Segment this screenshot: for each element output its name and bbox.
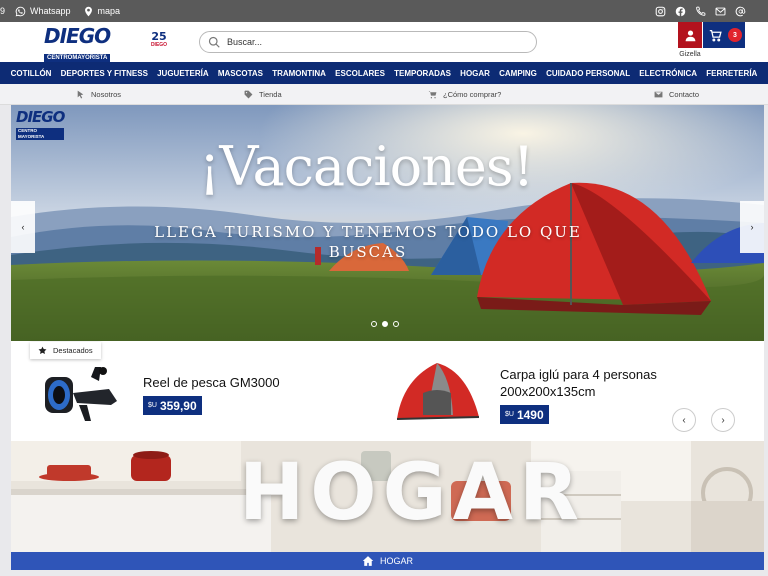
price-value: 359,90 <box>159 398 197 413</box>
subnav-item-como-comprar[interactable]: ¿Cómo comprar? <box>428 84 501 105</box>
map-pin-icon <box>84 6 92 16</box>
slide-dot-3[interactable] <box>393 321 399 327</box>
category-bar-hogar[interactable]: HOGAR <box>11 552 764 570</box>
subnav-label-nosotros: Nosotros <box>91 90 122 99</box>
category-nav: COTILLÓN DEPORTES Y FITNESS JUGUETERÍA M… <box>0 62 768 84</box>
product-price-reel: $U 359,90 <box>143 396 202 415</box>
site-header: DIEGO CENTROMAYORISTA 25 DIEGO <box>0 22 768 63</box>
nav-item-cuidado-personal[interactable]: CUIDADO PERSONAL <box>546 69 630 78</box>
nav-item-escolares[interactable]: ESCOLARES <box>335 69 385 78</box>
nav-item-ferreteria[interactable]: FERRETERÍA <box>706 69 757 78</box>
subnav-label-contacto: Contacto <box>669 90 700 99</box>
nav-item-hogar[interactable]: HOGAR <box>460 69 490 78</box>
featured-next-button[interactable]: › <box>711 408 735 432</box>
social-links <box>655 0 746 22</box>
top-bar: 9 Whatsapp mapa <box>0 0 768 22</box>
nav-item-camping[interactable]: CAMPING <box>499 69 537 78</box>
search-icon[interactable] <box>208 36 220 48</box>
at-icon[interactable] <box>735 6 746 17</box>
map-label: mapa <box>97 6 121 16</box>
featured-tag-label: Destacados <box>53 346 93 355</box>
nav-item-mascotas[interactable]: MASCOTAS <box>218 69 263 78</box>
featured-prev-button[interactable]: ‹ <box>672 408 696 432</box>
logo-sub-a: CENTRO <box>47 55 73 61</box>
fishing-reel-image[interactable] <box>39 359 123 431</box>
whatsapp-label: Whatsapp <box>30 6 71 16</box>
star-icon <box>38 346 47 355</box>
price-currency: $U <box>148 402 157 409</box>
search-box <box>199 31 537 53</box>
map-link[interactable]: mapa <box>83 6 121 17</box>
tag-icon <box>244 90 253 99</box>
logo-main-text: DIEGO <box>44 24 111 48</box>
price-currency: $U <box>505 411 514 418</box>
nav-item-temporadas[interactable]: TEMPORADAS <box>394 69 451 78</box>
product-name-reel[interactable]: Reel de pesca GM3000 <box>143 374 280 391</box>
product-price-tent: $U 1490 <box>500 405 549 424</box>
logo-sub-b: MAYORISTA <box>72 55 108 61</box>
slide-dot-1[interactable] <box>371 321 377 327</box>
site-logo[interactable]: DIEGO CENTROMAYORISTA <box>44 24 116 63</box>
subnav-label-como-comprar: ¿Cómo comprar? <box>443 90 502 99</box>
home-icon <box>362 556 374 566</box>
chevron-right-icon: › <box>721 414 725 426</box>
phone-icon[interactable] <box>695 6 706 17</box>
subnav-label-tienda: Tienda <box>259 90 282 99</box>
tent-product-image[interactable] <box>393 357 483 427</box>
chevron-left-icon: ‹ <box>682 414 686 426</box>
hero-subtitle: LLEGA TURISMO Y TENEMOS TODO LO QUE BUSC… <box>154 223 582 261</box>
nav-item-cotillon[interactable]: COTILLÓN <box>11 69 52 78</box>
anniversary-badge: 25 DIEGO <box>148 31 170 53</box>
cart-icon <box>428 91 437 99</box>
anniversary-text: DIEGO <box>150 42 168 48</box>
nav-item-jugueteria[interactable]: JUGUETERÍA <box>157 69 209 78</box>
chevron-left-icon: ‹ <box>21 222 25 232</box>
banner-title-hogar: HOGAR <box>239 448 586 538</box>
category-banner-hogar[interactable]: HOGAR <box>11 441 764 552</box>
featured-tag: Destacados <box>30 342 101 359</box>
anniversary-number: 25 <box>151 30 167 43</box>
hero-next-arrow[interactable]: › <box>740 201 764 253</box>
email-icon[interactable] <box>715 6 726 17</box>
hero-title: ¡Vacaciones! <box>198 135 535 198</box>
instagram-icon[interactable] <box>655 6 666 17</box>
nav-item-deportes[interactable]: DEPORTES Y FITNESS <box>61 69 148 78</box>
nav-item-electronica[interactable]: ELECTRÓNICA <box>639 69 697 78</box>
hero-slider: DIEGO CENTRO MAYORISTA ¡Vacaciones! LLEG… <box>11 105 764 341</box>
whatsapp-link[interactable]: Whatsapp <box>15 6 71 17</box>
user-account-button[interactable] <box>678 22 702 48</box>
chevron-right-icon: › <box>750 222 754 232</box>
category-bar-label: HOGAR <box>379 556 413 566</box>
featured-products: Destacados Reel de pesca GM3000 $U 359,9… <box>11 341 764 441</box>
user-icon <box>685 29 695 41</box>
envelope-icon <box>654 91 663 98</box>
product-name-tent[interactable]: Carpa iglú para 4 personas 200x200x135cm <box>500 366 680 400</box>
subnav-item-contacto[interactable]: Contacto <box>654 84 699 105</box>
phone-number-partial[interactable]: 9 <box>0 6 5 16</box>
cart-button[interactable]: 3 <box>703 22 745 48</box>
search-input[interactable] <box>227 37 527 47</box>
slide-dot-2[interactable] <box>382 321 388 327</box>
secondary-nav: Nosotros Tienda ¿Cómo comprar? Contacto <box>0 84 768 105</box>
subnav-item-tienda[interactable]: Tienda <box>244 84 282 105</box>
price-value: 1490 <box>516 407 544 422</box>
hero-slide-dots <box>371 321 399 327</box>
user-name[interactable]: Gizella <box>674 51 706 58</box>
cart-icon <box>709 29 722 41</box>
hero-logo-main: DIEGO <box>16 108 65 126</box>
hero-prev-arrow[interactable]: ‹ <box>11 201 35 253</box>
facebook-icon[interactable] <box>675 6 686 17</box>
cart-count-badge: 3 <box>728 28 742 42</box>
cursor-icon <box>77 90 84 99</box>
contact-links: 9 Whatsapp mapa <box>0 0 120 22</box>
whatsapp-icon <box>15 6 26 16</box>
subnav-item-nosotros[interactable]: Nosotros <box>76 84 121 105</box>
nav-item-tramontina[interactable]: TRAMONTINA <box>272 69 326 78</box>
